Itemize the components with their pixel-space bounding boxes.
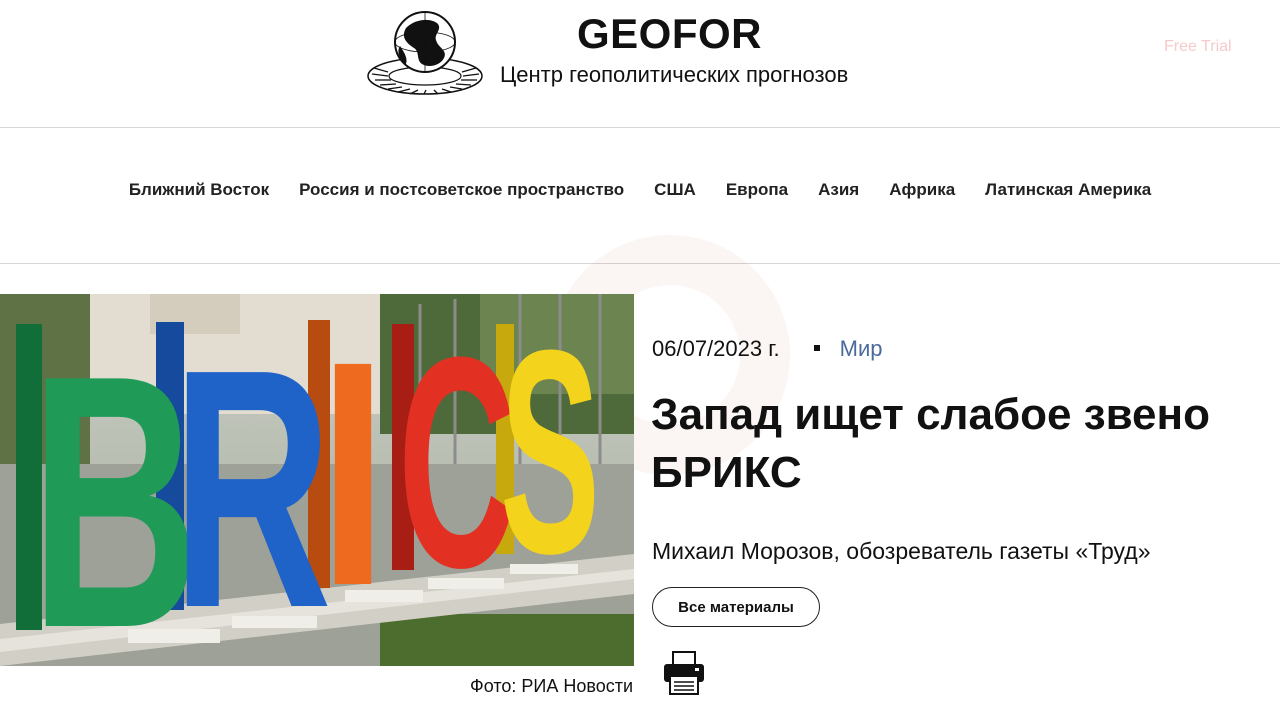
letter-s: S — [500, 294, 600, 614]
nav-item-usa[interactable]: США — [654, 180, 696, 200]
printer-icon[interactable] — [662, 650, 706, 696]
letter-i: I — [318, 294, 388, 652]
nav-item-middle-east[interactable]: Ближний Восток — [129, 180, 269, 200]
article-title: Запад ищет слабое звено БРИКС — [651, 390, 1210, 497]
nav-item-latin-america[interactable]: Латинская Америка — [985, 180, 1151, 200]
article-author[interactable]: Михаил Морозов, обозреватель газеты «Тру… — [652, 538, 1151, 565]
free-trial-link[interactable]: Free Trial — [1164, 38, 1232, 56]
site-header: GEOFOR Центр геополитических прогнозов F… — [0, 0, 1280, 128]
article-meta: 06/07/2023 г. Мир — [652, 336, 883, 362]
article-category-link[interactable]: Мир — [840, 336, 883, 361]
site-subtitle: Центр геополитических прогнозов — [500, 62, 849, 87]
nav-item-africa[interactable]: Африка — [889, 180, 955, 200]
letter-c: C — [398, 294, 516, 630]
article-date: 06/07/2023 г. — [652, 336, 780, 361]
separator-dot-icon — [813, 345, 820, 352]
nav-item-russia-post-soviet[interactable]: Россия и постсоветское пространство — [299, 180, 624, 200]
article-photo[interactable]: B R I C S — [0, 294, 634, 666]
globe-logo-icon[interactable] — [366, 6, 484, 100]
nav-list: Ближний Восток Россия и постсоветское пр… — [0, 180, 1280, 200]
all-materials-button[interactable]: Все материалы — [652, 587, 820, 627]
photo-credit: Фото: РИА Новости — [470, 676, 633, 696]
letter-r: R — [172, 299, 332, 666]
nav-item-europe[interactable]: Европа — [726, 180, 788, 200]
nav-item-asia[interactable]: Азия — [818, 180, 859, 200]
site-title[interactable]: GEOFOR — [577, 10, 762, 58]
